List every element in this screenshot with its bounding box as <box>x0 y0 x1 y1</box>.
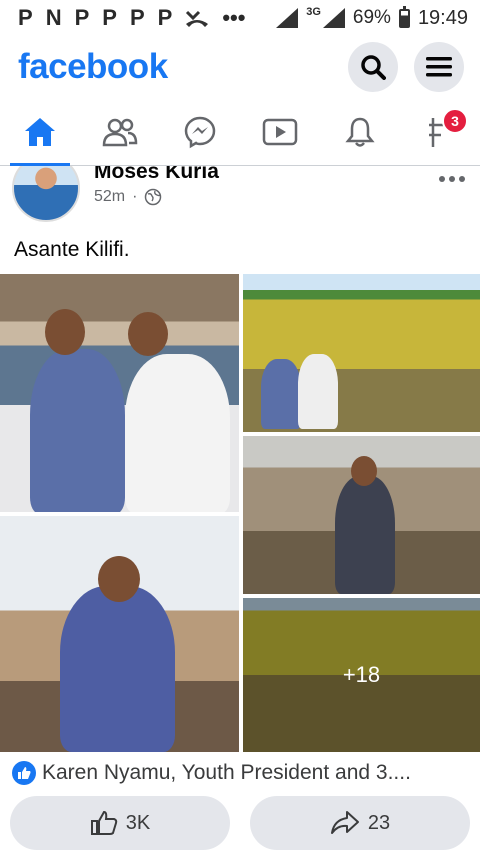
post-meta: 52m · <box>94 188 162 206</box>
facebook-logo[interactable]: facebook <box>18 47 168 87</box>
tab-news[interactable]: 3 <box>400 98 480 165</box>
app-notification-icon: N <box>45 5 62 30</box>
hamburger-icon <box>426 57 452 77</box>
app-notification-icon: P <box>157 5 173 30</box>
share-count: 23 <box>367 811 391 834</box>
clock: 19:49 <box>417 6 468 29</box>
friends-icon <box>102 118 138 146</box>
app-notification-icon: P <box>18 5 33 30</box>
signal-icon <box>322 8 345 28</box>
post-time[interactable]: 52m <box>94 188 125 206</box>
app-header: facebook <box>0 36 480 98</box>
more-notifications-icon: ••• <box>222 5 246 30</box>
like-count: 3K <box>125 811 151 834</box>
post-header: Moses Kuria 52m · <box>0 166 480 226</box>
search-button[interactable] <box>348 42 398 92</box>
battery-icon <box>398 5 410 28</box>
home-icon <box>25 117 55 146</box>
post-photo[interactable] <box>243 436 480 594</box>
signal-icon <box>276 8 299 28</box>
reactions-summary[interactable]: Karen Nyamu, Youth President and 3.... <box>12 758 468 788</box>
share-button[interactable]: 23 <box>250 796 470 850</box>
avatar[interactable] <box>12 166 80 222</box>
meta-separator: · <box>132 188 138 205</box>
reactions-text: Karen Nyamu, Youth President and 3.... <box>42 761 411 784</box>
post-text: Asante Kilifi. <box>14 238 130 261</box>
search-icon <box>361 55 386 80</box>
menu-button[interactable] <box>414 42 464 92</box>
tab-watch[interactable] <box>240 98 320 165</box>
messenger-icon <box>184 116 216 148</box>
app-notification-icon: P <box>74 5 90 30</box>
tab-messenger[interactable] <box>160 98 240 165</box>
globe-icon <box>145 188 162 206</box>
tab-bar: 3 <box>0 98 480 166</box>
network-type: 3G <box>306 6 321 18</box>
battery-percent: 69% <box>352 7 391 28</box>
more-photos-count: +18 <box>342 662 381 687</box>
post-author[interactable]: Moses Kuria <box>94 166 219 184</box>
bell-icon <box>345 117 375 147</box>
notification-icons: P N P P P P ••• <box>18 5 245 31</box>
tab-home[interactable] <box>0 98 80 166</box>
status-bar: P N P P P P ••• 3G 69% 19:49 <box>0 0 480 36</box>
post-photo[interactable]: +18 <box>243 598 480 752</box>
post-photo[interactable] <box>0 274 239 512</box>
app-notification-icon: P <box>129 5 145 30</box>
like-button[interactable]: 3K <box>10 796 230 850</box>
tab-notifications[interactable] <box>320 98 400 165</box>
missed-call-icon <box>186 10 209 27</box>
share-icon <box>330 811 359 834</box>
tab-friends[interactable] <box>80 98 160 165</box>
post-photo[interactable] <box>0 516 239 752</box>
like-reaction-icon <box>12 761 36 785</box>
notification-badge: 3 <box>442 108 468 134</box>
more-photos-overlay[interactable]: +18 <box>243 598 480 752</box>
app-notification-icon: P <box>102 5 117 30</box>
video-icon <box>262 118 298 145</box>
post-photo[interactable] <box>243 274 480 432</box>
more-options-icon[interactable] <box>438 174 466 184</box>
thumbs-up-icon <box>90 810 118 835</box>
